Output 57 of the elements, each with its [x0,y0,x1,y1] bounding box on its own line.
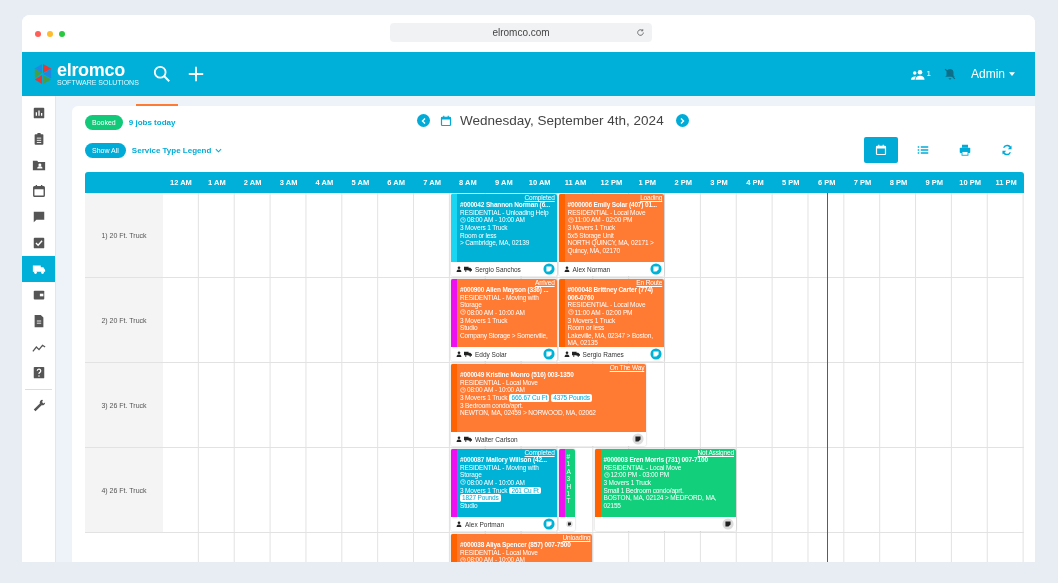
contact-folder-icon [31,158,46,172]
address-bar[interactable]: elromco.com [390,23,652,42]
chevron-right-icon [678,116,687,125]
truck-icon [464,351,472,357]
clock-icon [460,216,466,223]
truck-icon [571,351,580,357]
clock-icon [460,386,466,393]
active-tab-indicator [136,104,178,106]
calendar-icon [31,184,46,198]
clock-icon [603,471,610,478]
search-icon[interactable] [152,65,171,83]
chevron-down-icon [215,147,223,153]
previous-day-button[interactable] [417,114,430,127]
person-icon [456,266,462,272]
current-date: Wednesday, September 4th, 2024 [460,113,664,128]
person-icon [563,351,570,357]
truck-icon [464,436,472,442]
print-icon [959,144,971,156]
clock-icon [567,309,574,316]
muted-bell-icon[interactable] [943,67,957,81]
reload-icon[interactable] [636,28,645,37]
person-icon [456,521,462,527]
calendar-view-button[interactable] [864,137,898,163]
maximize-dot[interactable] [59,30,65,37]
wallet-icon [31,288,46,302]
person-icon [563,266,570,272]
clock-icon [460,556,466,562]
wrench-icon [31,399,46,413]
chevron-left-icon [419,116,428,125]
notes-icon[interactable] [722,518,734,530]
bar-chart-icon [31,106,46,120]
person-icon [456,351,462,357]
service-legend-dropdown[interactable]: Service Type Legend [131,145,223,155]
next-day-button[interactable] [675,114,689,127]
clock-icon [567,216,574,223]
truck-icon [464,266,472,272]
calendar-icon[interactable] [440,114,452,127]
close-dot[interactable] [35,30,41,37]
user-menu[interactable]: Admin [971,67,1015,81]
logo-text: elromco [57,61,125,79]
checkbox-icon [31,236,46,250]
person-icon [456,436,462,442]
users-button[interactable]: 1 [910,68,931,80]
list-icon [917,144,929,156]
calendar-icon [875,144,887,156]
refresh-icon [1001,144,1013,156]
clock-icon [460,309,466,316]
caret-icon [1009,72,1015,76]
help-icon [31,366,46,380]
jobs-count-link[interactable]: 9 jobs today [128,118,176,127]
plus-icon[interactable] [186,65,205,83]
minimize-dot[interactable] [47,30,53,37]
notes-icon[interactable] [565,518,573,530]
logo-icon [32,63,54,85]
clock-icon [460,479,466,486]
notes-icon[interactable] [632,433,645,445]
chat-bubble-icon [31,210,46,224]
